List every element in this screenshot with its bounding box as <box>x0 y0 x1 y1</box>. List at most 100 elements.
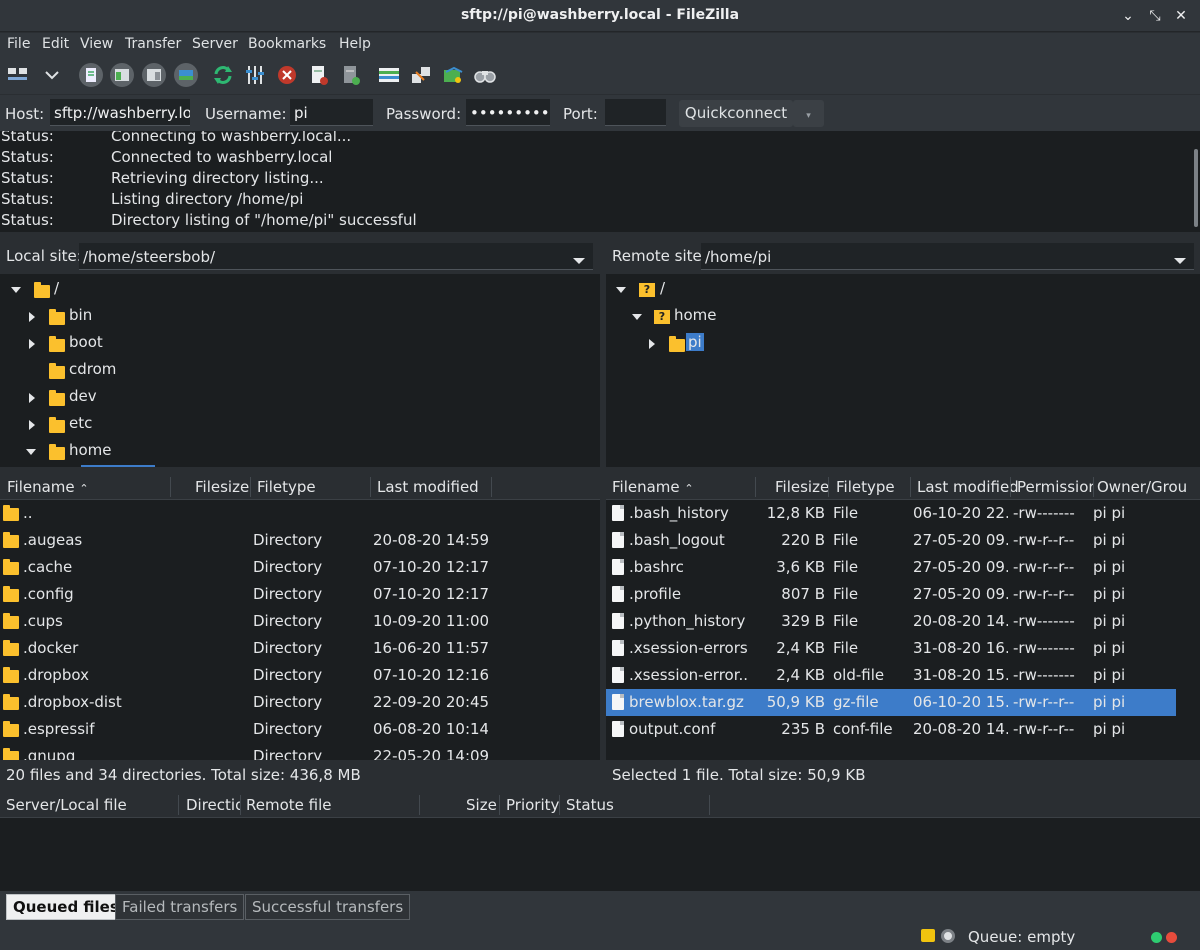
chevron-down-icon[interactable] <box>573 258 585 264</box>
list-item[interactable]: .bashrc 3,6 KB File 27-05-20 09... -rw-r--r-… <box>606 554 1176 581</box>
column-filesize[interactable]: Filesize <box>775 478 829 496</box>
reconnect-icon[interactable] <box>338 62 364 88</box>
minimize-icon[interactable]: ⌄ <box>1118 6 1138 26</box>
speed-limit-icon[interactable] <box>941 929 955 943</box>
expand-arrow-icon[interactable] <box>11 287 21 293</box>
tab-failed-transfers[interactable]: Failed transfers <box>115 894 245 920</box>
list-item[interactable]: .python_history 329 B File 20-08-20 14... -r… <box>606 608 1176 635</box>
quickconnect-history-button[interactable]: ▾ <box>793 100 824 127</box>
password-input[interactable]: ••••••••••••• <box>466 99 550 126</box>
tree-node[interactable]: cdrom <box>0 359 600 383</box>
list-item[interactable]: .. <box>0 500 600 527</box>
find-icon[interactable] <box>472 62 498 88</box>
list-item[interactable]: .espressif Directory 06-08-20 10:14... <box>0 716 600 743</box>
tree-node[interactable]: ? / <box>606 278 1200 302</box>
chevron-down-icon[interactable] <box>1174 258 1186 264</box>
log-scrollbar[interactable] <box>1194 149 1198 227</box>
disconnect-icon[interactable] <box>306 62 332 88</box>
send-led-icon <box>1166 932 1177 943</box>
column-server-local-file[interactable]: Server/Local file <box>6 796 127 814</box>
expand-arrow-icon[interactable] <box>649 339 655 349</box>
local-path-input[interactable]: /home/steersbob/ <box>79 243 593 270</box>
host-input[interactable]: sftp://washberry.loc <box>50 99 190 126</box>
list-item[interactable]: .bash_logout 220 B File 27-05-20 09... -rw-r… <box>606 527 1176 554</box>
menu-edit[interactable]: Edit <box>42 36 69 52</box>
close-icon[interactable]: ✕ <box>1171 6 1191 26</box>
list-item[interactable]: .dropbox Directory 07-10-20 12:16... <box>0 662 600 689</box>
column-direction[interactable]: Directio <box>186 796 240 814</box>
expand-arrow-icon[interactable] <box>616 287 626 293</box>
tree-node-selected[interactable]: pi <box>606 332 1200 356</box>
list-item[interactable]: .dropbox-dist Directory 22-09-20 20:45... <box>0 689 600 716</box>
list-item[interactable]: .bash_history 12,8 KB File 06-10-20 22... -r… <box>606 500 1176 527</box>
expand-arrow-icon[interactable] <box>29 420 35 430</box>
folder-icon <box>3 559 19 575</box>
menu-help[interactable]: Help <box>339 36 371 52</box>
remote-path-input[interactable]: /home/pi <box>701 243 1194 270</box>
column-last-modified[interactable]: Last modified <box>917 478 1019 496</box>
maximize-icon[interactable]: ⤡ <box>1145 6 1165 26</box>
column-last-modified[interactable]: Last modified <box>377 478 479 496</box>
local-site-label: Local site: <box>6 247 82 265</box>
list-item[interactable]: .docker Directory 16-06-20 11:57... <box>0 635 600 662</box>
sync-browse-icon[interactable] <box>408 62 434 88</box>
lock-icon[interactable] <box>921 929 935 942</box>
list-item[interactable]: .xsession-error... 2,4 KB old-file 31-08-20… <box>606 662 1176 689</box>
column-filetype[interactable]: Filetype <box>257 478 316 496</box>
quickconnect-button[interactable]: Quickconnect <box>679 100 793 127</box>
window-title: sftp://pi@washberry.local - FileZilla <box>460 7 740 23</box>
column-owner-group[interactable]: Owner/Grou <box>1097 478 1195 496</box>
expand-arrow-icon[interactable] <box>29 393 35 403</box>
tree-node[interactable]: home <box>0 440 600 464</box>
chevron-down-icon[interactable] <box>39 62 65 88</box>
list-item-selected[interactable]: brewblox.tar.gz 50,9 KB gz-file 06-10-20 15… <box>606 689 1176 716</box>
list-item[interactable]: output.conf 235 B conf-file 20-08-20 14...-… <box>606 716 1176 743</box>
list-item[interactable]: .gnupg Directory 22-05-20 14:09... <box>0 743 600 760</box>
column-status[interactable]: Status <box>566 796 614 814</box>
message-log-icon[interactable] <box>78 62 104 88</box>
column-filename[interactable]: Filename ⌃ <box>7 478 89 496</box>
list-item[interactable]: .xsession-errors 2,4 KB File 31-08-20 16...… <box>606 635 1176 662</box>
tab-successful-transfers[interactable]: Successful transfers <box>245 894 411 920</box>
tree-node[interactable]: boot <box>0 332 600 356</box>
tree-node[interactable]: bin <box>0 305 600 329</box>
list-item[interactable]: .config Directory 07-10-20 12:17... <box>0 581 600 608</box>
column-permissions[interactable]: Permissior <box>1017 478 1093 496</box>
menu-bookmarks[interactable]: Bookmarks <box>248 36 326 52</box>
menu-file[interactable]: File <box>7 36 30 52</box>
list-item[interactable]: .profile 807 B File 27-05-20 09... -rw-r--r-… <box>606 581 1176 608</box>
expand-arrow-icon[interactable] <box>632 314 642 320</box>
local-tree-icon[interactable] <box>109 62 135 88</box>
cancel-icon[interactable] <box>274 62 300 88</box>
filter-icon[interactable] <box>242 62 268 88</box>
remote-tree-icon[interactable] <box>141 62 167 88</box>
list-item[interactable]: .augeas Directory 20-08-20 14:59... <box>0 527 600 554</box>
cell-type: Directory <box>253 531 323 549</box>
port-input[interactable] <box>605 99 666 126</box>
expand-arrow-icon[interactable] <box>29 339 35 349</box>
list-item[interactable]: .cups Directory 10-09-20 11:00... <box>0 608 600 635</box>
tab-queued-files[interactable]: Queued files <box>6 894 126 920</box>
tree-node[interactable]: / <box>0 278 600 302</box>
username-input[interactable]: pi <box>290 99 373 126</box>
menu-view[interactable]: View <box>80 36 113 52</box>
refresh-icon[interactable] <box>210 62 236 88</box>
menu-server[interactable]: Server <box>192 36 238 52</box>
column-priority[interactable]: Priority <box>506 796 559 814</box>
column-filetype[interactable]: Filetype <box>836 478 895 496</box>
tree-node[interactable]: ? home <box>606 305 1200 329</box>
column-size[interactable]: Size <box>466 796 497 814</box>
column-filename[interactable]: Filename ⌃ <box>612 478 694 496</box>
column-filesize[interactable]: Filesize <box>195 478 249 496</box>
tree-node[interactable]: etc <box>0 413 600 437</box>
site-manager-icon[interactable] <box>5 62 31 88</box>
search-remote-icon[interactable] <box>440 62 466 88</box>
expand-arrow-icon[interactable] <box>29 312 35 322</box>
list-item[interactable]: .cache Directory 07-10-20 12:17... <box>0 554 600 581</box>
transfer-queue-icon[interactable] <box>173 62 199 88</box>
column-remote-file[interactable]: Remote file <box>246 796 332 814</box>
tree-node[interactable]: dev <box>0 386 600 410</box>
menu-transfer[interactable]: Transfer <box>125 36 181 52</box>
expand-arrow-icon[interactable] <box>26 449 36 455</box>
compare-icon[interactable] <box>376 62 402 88</box>
